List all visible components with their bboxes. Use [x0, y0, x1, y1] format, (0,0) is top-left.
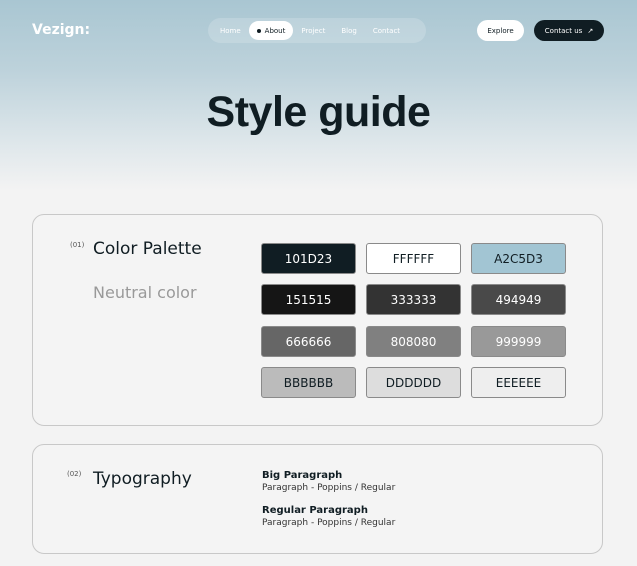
color-swatch: FFFFFF	[366, 243, 461, 274]
color-swatch: 494949	[471, 284, 566, 315]
contact-label: Contact us	[544, 26, 583, 35]
arrow-up-right-icon: ↗	[587, 26, 594, 35]
explore-label: Explore	[487, 26, 514, 35]
nav-item-label: Blog	[341, 26, 357, 35]
section-number: (02)	[67, 470, 82, 478]
section-title: Color Palette	[93, 239, 202, 259]
typography-item-desc: Paragraph - Poppins / Regular	[262, 518, 396, 528]
nav-item-about[interactable]: About	[248, 21, 294, 40]
color-swatch: A2C5D3	[471, 243, 566, 274]
nav-item-project[interactable]: Project	[293, 21, 333, 40]
typography-item-desc: Paragraph - Poppins / Regular	[262, 483, 396, 493]
brand-logo[interactable]: Vezign:	[32, 22, 90, 38]
nav-item-blog[interactable]: Blog	[333, 21, 364, 40]
nav-item-contact[interactable]: Contact	[365, 21, 408, 40]
color-swatch: 999999	[471, 326, 566, 357]
color-swatch: 101D23	[261, 243, 356, 274]
explore-button[interactable]: Explore	[477, 20, 524, 41]
color-swatch: DDDDDD	[366, 367, 461, 398]
section-number: (01)	[70, 241, 85, 249]
nav-item-label: Home	[220, 26, 241, 35]
color-swatch: BBBBBB	[261, 367, 356, 398]
color-swatch: 151515	[261, 284, 356, 315]
color-swatch: EEEEEE	[471, 367, 566, 398]
page-title: Style guide	[206, 88, 431, 136]
color-swatch: 666666	[261, 326, 356, 357]
color-swatch: 333333	[366, 284, 461, 315]
nav-item-label: About	[264, 26, 286, 35]
active-dot-icon	[256, 28, 261, 33]
color-palette-card: (01) Color Palette Neutral color 101D23 F…	[32, 214, 603, 426]
nav-item-label: Contact	[372, 26, 401, 35]
nav-item-label: Project	[301, 26, 326, 35]
typography-card: (02) Typography Big Paragraph Paragraph …	[32, 444, 603, 554]
typography-item-name: Regular Paragraph	[262, 505, 368, 516]
typography-item-name: Big Paragraph	[262, 470, 343, 481]
section-title: Typography	[93, 469, 192, 489]
top-nav: Home About Project Blog Contact	[208, 18, 426, 43]
section-subtitle: Neutral color	[93, 283, 197, 302]
color-swatch: 808080	[366, 326, 461, 357]
nav-item-home[interactable]: Home	[212, 21, 249, 40]
contact-us-button[interactable]: Contact us ↗	[534, 20, 604, 41]
